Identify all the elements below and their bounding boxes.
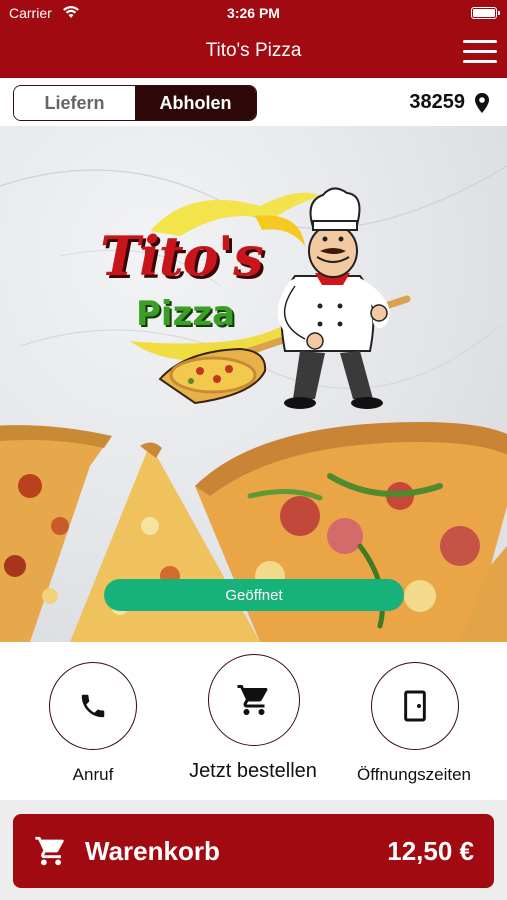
mode-bar: Liefern Abholen 38259 bbox=[0, 78, 507, 126]
battery-icon bbox=[471, 7, 500, 19]
chef-mascot bbox=[158, 187, 411, 409]
cart-label: Warenkorb bbox=[85, 836, 220, 866]
cart-icon bbox=[35, 836, 64, 866]
opening-hours-button[interactable]: Öffnungszeiten bbox=[329, 662, 499, 792]
hours-circle[interactable] bbox=[371, 662, 459, 750]
order-circle[interactable] bbox=[208, 654, 300, 746]
hero-banner: Tito's Pizza Geöffnet bbox=[0, 126, 507, 642]
status-time: 3:26 PM bbox=[227, 5, 280, 21]
page-title: Tito's Pizza bbox=[205, 40, 302, 61]
cart-area: Warenkorb 12,50 € bbox=[0, 800, 507, 900]
location-pin-icon[interactable] bbox=[473, 92, 491, 114]
tab-liefern[interactable]: Liefern bbox=[14, 86, 135, 120]
hours-label: Öffnungszeiten bbox=[356, 765, 472, 784]
delivery-mode-toggle: Liefern Abholen bbox=[13, 85, 257, 121]
cart-button[interactable]: Warenkorb 12,50 € bbox=[13, 814, 494, 888]
cart-total: 12,50 € bbox=[387, 836, 474, 866]
call-button[interactable]: Anruf bbox=[8, 662, 178, 792]
door-icon bbox=[404, 690, 426, 722]
order-label: Jetzt bestellen bbox=[189, 760, 317, 782]
cart-icon bbox=[237, 685, 268, 715]
status-bar: Carrier 3:26 PM bbox=[0, 0, 507, 26]
open-status-badge[interactable]: Geöffnet bbox=[104, 579, 404, 611]
call-label: Anruf bbox=[72, 765, 114, 784]
order-now-button[interactable]: Jetzt bestellen bbox=[168, 654, 338, 792]
nav-bar: Tito's Pizza bbox=[0, 26, 507, 78]
call-circle[interactable] bbox=[49, 662, 137, 750]
hamburger-menu-icon[interactable] bbox=[463, 40, 497, 64]
action-row: Anruf Jetzt bestellen Öffnungszeiten bbox=[0, 642, 507, 800]
zip-code[interactable]: 38259 bbox=[409, 91, 465, 114]
tab-abholen[interactable]: Abholen bbox=[135, 86, 256, 120]
phone-icon bbox=[81, 694, 105, 718]
